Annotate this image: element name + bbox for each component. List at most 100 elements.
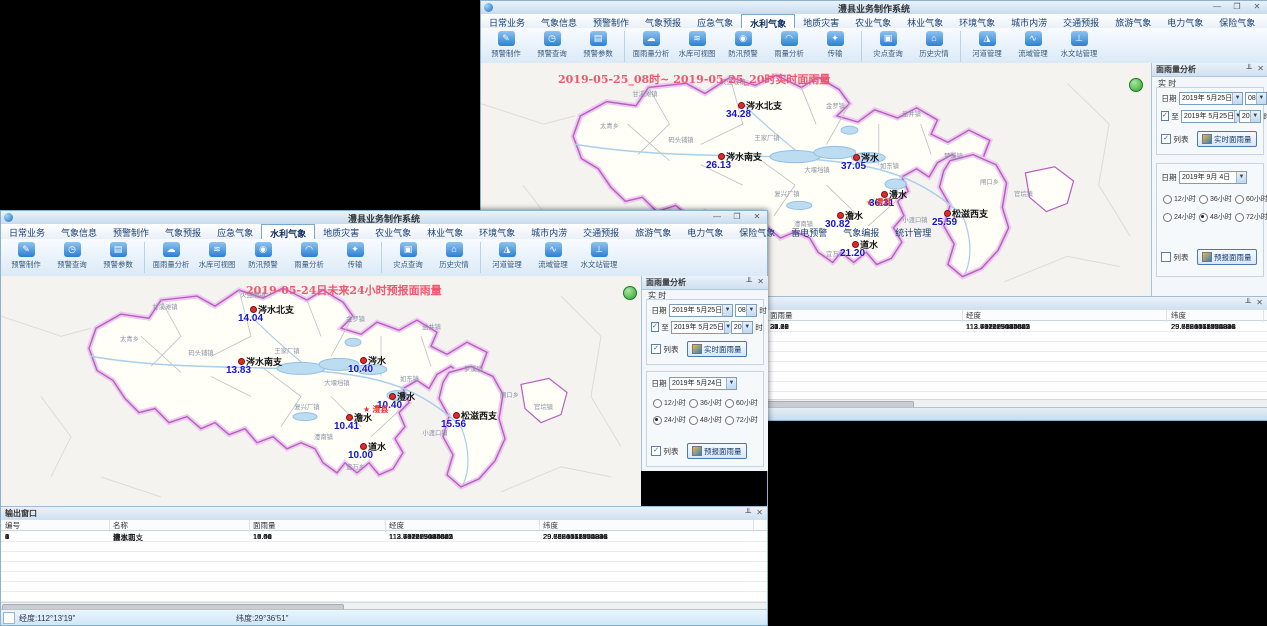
list-checkbox[interactable]: ✓ — [1161, 134, 1171, 144]
toolbar-button[interactable]: ⌂ 历史灾情 — [431, 241, 477, 270]
menu-tab[interactable]: 电力气象 — [1159, 14, 1211, 28]
duration-radio[interactable]: 48小时 — [1199, 212, 1235, 222]
maximize-button[interactable]: ❐ — [1230, 2, 1244, 11]
toolbar-button[interactable]: ▣ 灾点查询 — [865, 30, 911, 59]
menu-tab[interactable]: 城市内涝 — [523, 224, 575, 239]
forecast-date-select[interactable]: 2019年 5月24日▼ — [669, 377, 737, 390]
toolbar-button[interactable] — [480, 242, 481, 273]
panel-close-icon[interactable]: ✕ — [1257, 64, 1264, 73]
output-table[interactable]: 0 松滋西支 15.56 112.601625625019 29.6890548… — [1, 532, 767, 603]
toolbar-button[interactable]: ☁ 面雨量分析 — [148, 241, 194, 270]
toolbar-button[interactable]: ☁ 面雨量分析 — [628, 30, 674, 59]
toolbar-button[interactable]: ◠ 雨量分析 — [286, 241, 332, 270]
menu-tab[interactable]: 日常业务 — [481, 14, 533, 28]
toolbar-button[interactable]: ▤ 预警参数 — [575, 30, 621, 59]
menu-tab[interactable]: 保险气象 — [1211, 14, 1263, 28]
forecast-rainfall-button[interactable]: 预报面雨量 — [1197, 249, 1257, 265]
from-date-select[interactable]: 2019年 5月25日▼ — [669, 304, 733, 317]
resize-grip-icon[interactable] — [3, 612, 15, 624]
menu-tab[interactable]: 交通预报 — [575, 224, 627, 239]
toolbar-button[interactable]: ✦ 传输 — [812, 30, 858, 59]
menu-tab[interactable]: 旅游气象 — [627, 224, 679, 239]
output-close-icon[interactable]: ✕ — [756, 508, 763, 517]
menu-tab[interactable]: 水利气象 — [741, 14, 795, 28]
toolbar-button[interactable] — [624, 31, 625, 62]
menu-tab[interactable]: 应急气象 — [209, 224, 261, 239]
rainfall-map[interactable]: 甘溪滩镇太青乡火连坡镇码头铺镇王家厂镇金罗镇盐井镇大堰垱镇梦溪镇复兴厂镇闸口乡官… — [1, 276, 642, 506]
duration-radio[interactable]: 24小时 — [1163, 212, 1199, 222]
duration-radio[interactable]: 72小时 — [725, 415, 761, 425]
toolbar-button[interactable] — [960, 31, 961, 62]
toolbar-button[interactable]: ∿ 流域管理 — [530, 241, 576, 270]
list-checkbox[interactable] — [1161, 252, 1171, 262]
from-date-select[interactable]: 2019年 5月25日▼ — [1179, 92, 1243, 105]
menu-tab[interactable]: 气象信息 — [533, 14, 585, 28]
from-hour-select[interactable]: 08▼ — [1245, 92, 1267, 105]
toolbar-button[interactable]: ◷ 预警查询 — [529, 30, 575, 59]
to-checkbox[interactable]: ✓ — [651, 322, 659, 332]
menu-tab[interactable]: 交通预报 — [1055, 14, 1107, 28]
toolbar-button[interactable]: ✦ 传输 — [332, 241, 378, 270]
toolbar-button[interactable]: ⌂ 历史灾情 — [911, 30, 957, 59]
toolbar-button[interactable]: ▤ 预警参数 — [95, 241, 141, 270]
menu-tab[interactable]: 雷电预警 — [783, 224, 835, 239]
forecast-rainfall-button[interactable]: 预报面雨量 — [687, 443, 747, 459]
toolbar-button[interactable]: ◠ 雨量分析 — [766, 30, 812, 59]
output-close-icon[interactable]: ✕ — [1256, 298, 1263, 307]
menu-tab[interactable]: 雷电预警 — [1263, 14, 1267, 28]
map-refresh-button[interactable] — [623, 286, 637, 300]
menu-tab[interactable]: 地质灾害 — [315, 224, 367, 239]
menu-tab[interactable]: 保险气象 — [731, 224, 783, 239]
to-date-select[interactable]: 2019年 5月25日▼ — [1181, 110, 1237, 123]
map-refresh-button[interactable] — [1129, 78, 1143, 92]
close-button[interactable]: ✕ — [750, 212, 764, 221]
toolbar-button[interactable] — [861, 31, 862, 62]
toolbar-button[interactable]: ≋ 水库可视图 — [194, 241, 240, 270]
toolbar-button[interactable]: ◷ 预警查询 — [49, 241, 95, 270]
toolbar-button[interactable]: ≋ 水库可视图 — [674, 30, 720, 59]
menu-tab[interactable]: 电力气象 — [679, 224, 731, 239]
duration-radio[interactable]: 36小时 — [689, 398, 725, 408]
menu-tab[interactable]: 地质灾害 — [795, 14, 847, 28]
table-row[interactable]: 编号 名称 面雨量 经度 纬度 — [1, 520, 767, 531]
toolbar-button[interactable]: ◉ 防汛预警 — [240, 241, 286, 270]
maximize-button[interactable]: ❐ — [730, 212, 744, 221]
minimize-button[interactable]: — — [710, 212, 724, 221]
menu-tab[interactable]: 日常业务 — [1, 224, 53, 239]
panel-close-icon[interactable]: ✕ — [757, 277, 764, 286]
menu-tab[interactable]: 预警制作 — [105, 224, 157, 239]
menu-tab[interactable]: 气象信息 — [53, 224, 105, 239]
toolbar-button[interactable]: ✎ 预警制作 — [3, 241, 49, 270]
to-hour-select[interactable]: 20▼ — [1239, 110, 1261, 123]
to-date-select[interactable]: 2019年 5月25日▼ — [671, 321, 729, 334]
toolbar-button[interactable]: ◮ 河道管理 — [964, 30, 1010, 59]
menu-tab[interactable]: 林业气象 — [419, 224, 471, 239]
menu-tab[interactable]: 农业气象 — [847, 14, 899, 28]
duration-radio[interactable]: 12小时 — [653, 398, 689, 408]
toolbar-button[interactable] — [144, 242, 145, 273]
duration-radio[interactable]: 48小时 — [689, 415, 725, 425]
menu-tab[interactable]: 旅游气象 — [1107, 14, 1159, 28]
pin-icon[interactable]: ╨ — [1246, 64, 1252, 73]
menu-tab[interactable]: 城市内涝 — [1003, 14, 1055, 28]
duration-radio[interactable]: 36小时 — [1199, 194, 1235, 204]
menu-tab[interactable]: 气象预报 — [637, 14, 689, 28]
to-hour-select[interactable]: 20▼ — [731, 321, 753, 334]
toolbar-button[interactable] — [381, 242, 382, 273]
realtime-rainfall-button[interactable]: 实时面雨量 — [1197, 131, 1257, 147]
from-hour-select[interactable]: 08▼ — [735, 304, 757, 317]
toolbar-button[interactable]: ⊥ 水文站管理 — [576, 241, 622, 270]
list-checkbox[interactable]: ✓ — [651, 344, 661, 354]
menu-tab[interactable]: 应急气象 — [689, 14, 741, 28]
toolbar-button[interactable]: ▣ 灾点查询 — [385, 241, 431, 270]
toolbar-button[interactable]: ∿ 流域管理 — [1010, 30, 1056, 59]
forecast-date-select[interactable]: 2019年 9月 4日▼ — [1179, 171, 1247, 184]
title-bar[interactable]: 澧县业务制作系统 — ❐ ✕ — [481, 1, 1267, 15]
duration-radio[interactable]: 24小时 — [653, 415, 689, 425]
toolbar-button[interactable]: ⊥ 水文站管理 — [1056, 30, 1102, 59]
to-checkbox[interactable]: ✓ — [1161, 111, 1169, 121]
pin-icon[interactable]: ╨ — [745, 508, 751, 517]
menu-tab[interactable]: 预警制作 — [585, 14, 637, 28]
menu-tab[interactable]: 环境气象 — [951, 14, 1003, 28]
table-row[interactable]: 6 澧水 10.00 113.600575050435 29.656615395… — [1, 532, 767, 542]
